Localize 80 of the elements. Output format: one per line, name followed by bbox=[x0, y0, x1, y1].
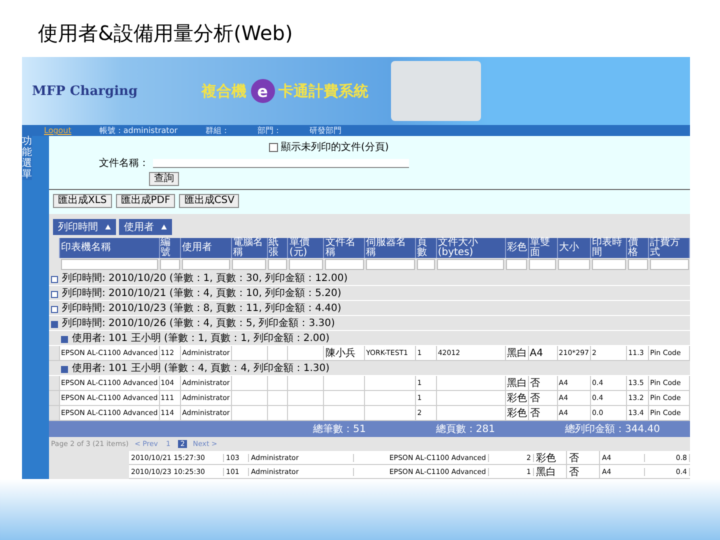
table-cell: 彩色 bbox=[534, 450, 567, 464]
table-cell: 彩色 bbox=[506, 408, 527, 419]
expand-icon[interactable] bbox=[51, 320, 58, 328]
table-cell: A4 bbox=[530, 348, 543, 358]
expand-icon[interactable] bbox=[51, 290, 58, 298]
logo-mark: e bbox=[250, 79, 275, 103]
sidebar-item[interactable]: 功能選單 bbox=[22, 136, 32, 180]
expand-icon[interactable] bbox=[51, 306, 58, 313]
column-header[interactable]: 彩色 bbox=[505, 238, 528, 258]
group-row-label: 使用者: 101 王小明 (筆數：1, 頁數：1, 列印金額：2.00) bbox=[72, 333, 330, 344]
table-cell: 否 bbox=[530, 378, 540, 389]
summary-text: 總列印金額：344.40 bbox=[565, 422, 660, 436]
department-label: 部門： bbox=[258, 125, 282, 136]
table-cell: 否 bbox=[567, 450, 600, 464]
group-row-label: 列印時間: 2010/10/26 (筆數：4, 頁數：5, 列印金額：3.30) bbox=[62, 318, 335, 329]
banner-title: 卡通計費系統 bbox=[278, 82, 369, 100]
banner-title: 複合機 bbox=[202, 82, 247, 100]
column-header[interactable]: 電腦名稱 bbox=[231, 238, 268, 258]
group-row-label: 使用者: 101 王小明 (筆數：4, 頁數：4, 列印金額：1.30) bbox=[72, 363, 330, 374]
column-header[interactable]: 頁數 bbox=[416, 238, 436, 258]
column-header[interactable]: 計費方式 bbox=[648, 238, 690, 258]
logo: MFP Charging bbox=[32, 84, 138, 98]
filter-field[interactable] bbox=[324, 259, 364, 270]
column-header[interactable]: 大小 bbox=[557, 238, 591, 258]
table-cell: 黑白 bbox=[506, 348, 527, 359]
summary-text: 總頁數：281 bbox=[436, 423, 495, 436]
filter-field[interactable] bbox=[592, 259, 626, 270]
filter-field[interactable] bbox=[268, 259, 287, 270]
column-header[interactable]: 單雙面 bbox=[528, 238, 558, 258]
document-name-field[interactable] bbox=[153, 158, 409, 168]
column-header[interactable]: 使用者 bbox=[180, 238, 232, 258]
filter-field[interactable] bbox=[437, 259, 504, 270]
sort-up-icon bbox=[161, 224, 168, 230]
column-header[interactable]: 印表機名稱 bbox=[60, 238, 160, 258]
table-cell: 黑白 bbox=[506, 378, 527, 389]
account-label: 帳號：administrator bbox=[99, 125, 178, 136]
group-label: 群組： bbox=[206, 125, 230, 136]
group-chip[interactable]: 使用者 bbox=[119, 219, 172, 235]
table-cell: 陳小兵 bbox=[325, 348, 356, 359]
group-row-label: 列印時間: 2010/10/23 (筆數：8, 頁數：11, 列印金額：4.40) bbox=[62, 303, 342, 314]
column-header[interactable]: 文件名稱 bbox=[324, 238, 365, 258]
column-header[interactable]: 文件大小(bytes) bbox=[436, 238, 506, 258]
summary-text: 總筆數：51 bbox=[313, 423, 366, 436]
table-cell: 彩色 bbox=[506, 393, 527, 404]
sort-up-icon bbox=[105, 224, 112, 230]
filter-field[interactable] bbox=[650, 259, 688, 270]
department-value: 研發部門 bbox=[310, 125, 342, 136]
filter-field[interactable] bbox=[416, 259, 436, 270]
export-button[interactable]: 匯出成XLS bbox=[53, 194, 112, 208]
export-button[interactable]: 匯出成PDF bbox=[116, 194, 176, 208]
column-header[interactable]: 編號 bbox=[159, 238, 181, 258]
group-row-label: 列印時間: 2010/10/21 (筆數：4, 頁數：10, 列印金額：5.20) bbox=[62, 288, 342, 299]
filter-field[interactable] bbox=[160, 259, 180, 270]
table-cell: 否 bbox=[530, 408, 540, 419]
column-header[interactable]: 價格 bbox=[626, 238, 649, 258]
option-label: 顯示未列印的文件(分頁) bbox=[281, 140, 389, 154]
filter-field[interactable] bbox=[506, 259, 528, 270]
column-header[interactable]: 印表時間 bbox=[590, 238, 627, 258]
filter-field[interactable] bbox=[366, 259, 415, 270]
filter-field[interactable] bbox=[558, 259, 590, 270]
filter-field[interactable] bbox=[529, 259, 556, 270]
filter-field[interactable] bbox=[60, 259, 158, 270]
group-chip[interactable]: 列印時間 bbox=[53, 219, 116, 235]
query-button[interactable]: 查詢 bbox=[149, 172, 179, 186]
table-cell: 否 bbox=[530, 393, 540, 404]
filter-field[interactable] bbox=[232, 259, 266, 270]
expand-icon[interactable] bbox=[61, 366, 68, 373]
filter-field[interactable] bbox=[182, 259, 230, 270]
column-header[interactable]: 伺服器名稱 bbox=[364, 238, 416, 258]
expand-icon[interactable] bbox=[61, 336, 68, 343]
field-label: 文件名稱： bbox=[99, 156, 149, 170]
group-row-label: 列印時間: 2010/10/20 (筆數：1, 頁數：30, 列印金額：12.00) bbox=[62, 273, 348, 284]
slide-title: 使用者&設備用量分析(Web) bbox=[37, 20, 294, 47]
column-header[interactable]: 紙張 bbox=[267, 238, 288, 258]
column-header[interactable]: 單價(元) bbox=[288, 238, 324, 258]
filter-field[interactable] bbox=[288, 259, 323, 270]
checkbox[interactable] bbox=[269, 142, 278, 152]
export-button[interactable]: 匯出成CSV bbox=[179, 194, 240, 208]
filter-field[interactable] bbox=[628, 259, 648, 270]
expand-icon[interactable] bbox=[51, 276, 58, 283]
